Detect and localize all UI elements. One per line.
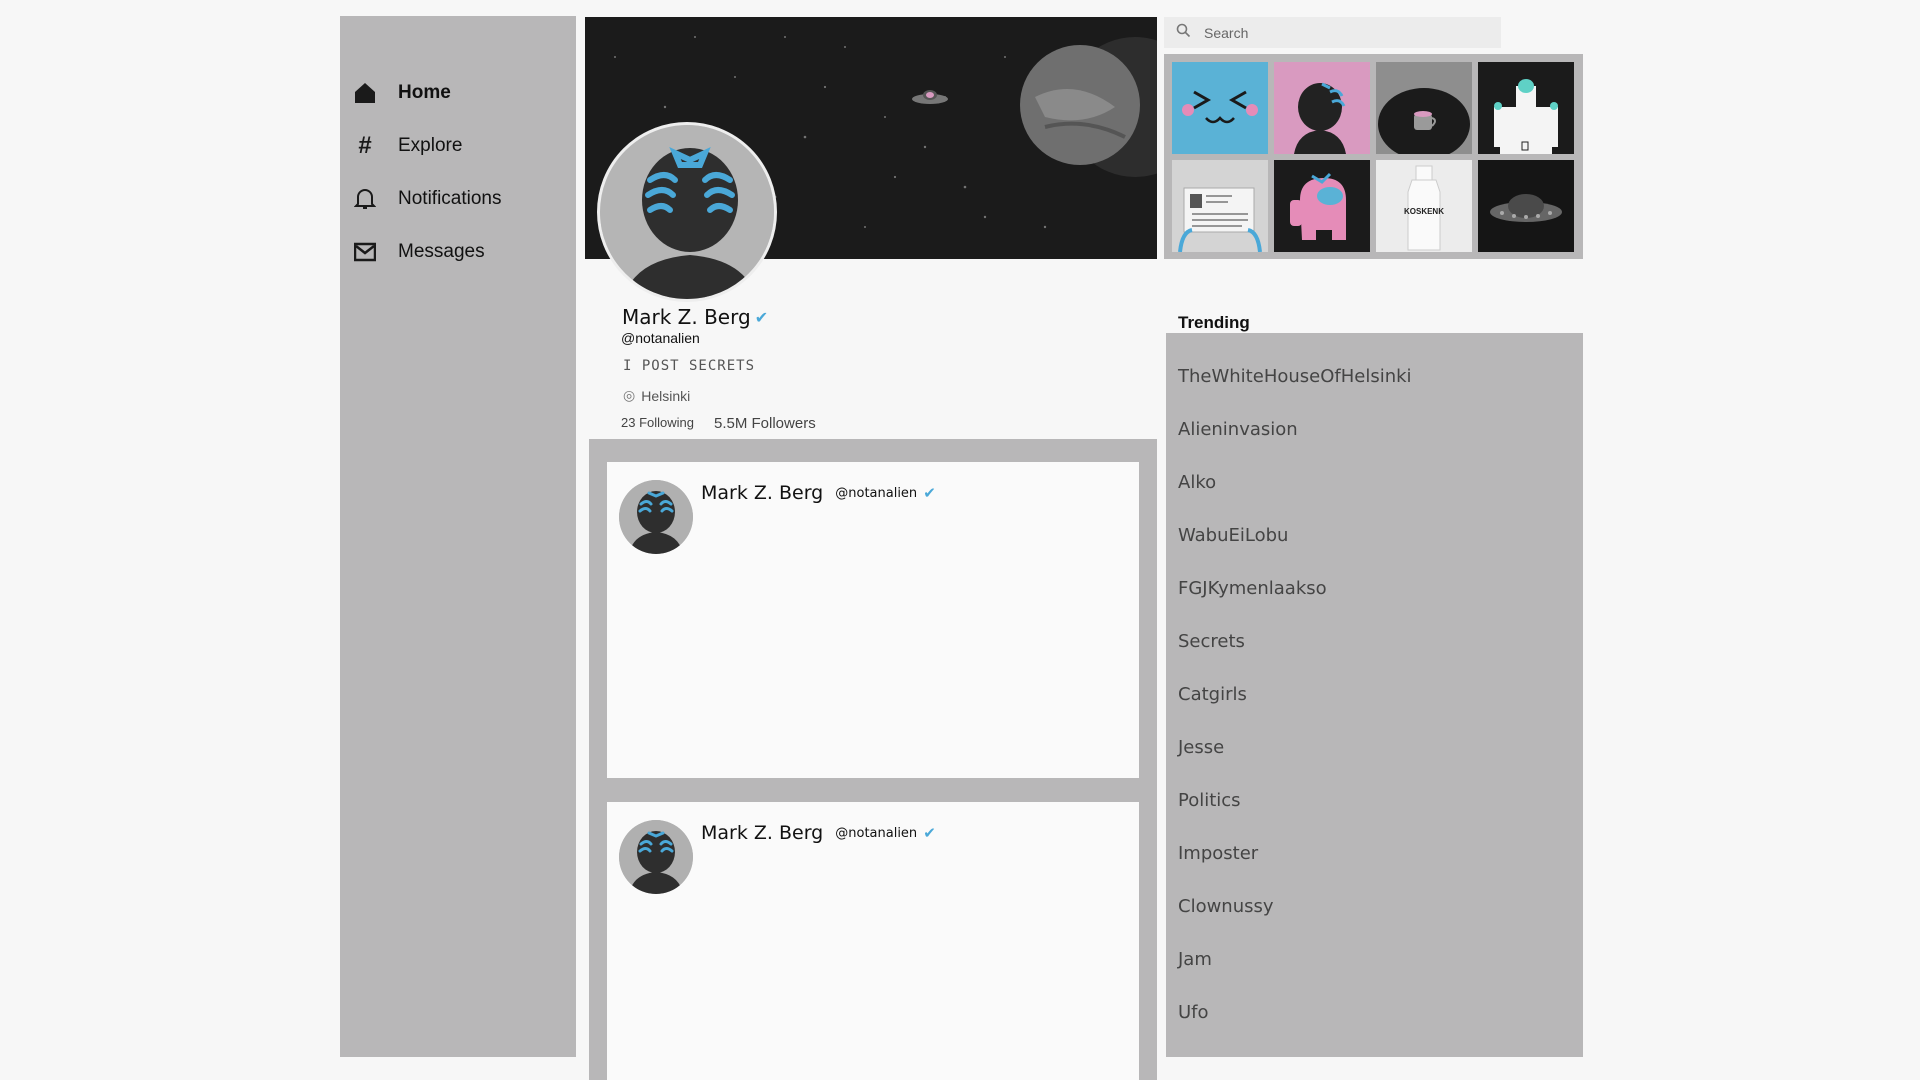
trending-item[interactable]: Jesse	[1178, 737, 1224, 758]
verified-badge-icon: ✔	[754, 307, 769, 327]
post-author-name[interactable]: Mark Z. Berg	[701, 822, 823, 844]
trending-item[interactable]: Catgirls	[1178, 684, 1247, 705]
followers-count[interactable]: 5.5M Followers	[714, 415, 816, 432]
media-tile-smiley-face[interactable]	[1172, 62, 1268, 154]
trending-item[interactable]: TheWhiteHouseOfHelsinki	[1178, 366, 1412, 387]
trending-item[interactable]: Ufo	[1178, 1002, 1209, 1023]
post-author-handle[interactable]: @notanalien	[835, 486, 917, 501]
profile-location-text: Helsinki	[641, 387, 691, 404]
post-avatar[interactable]	[619, 820, 693, 894]
trending-title: Trending	[1178, 313, 1250, 332]
nav-label-messages: Messages	[398, 241, 485, 262]
search-input[interactable]	[1204, 24, 1484, 41]
profile-name: Mark Z. Berg	[622, 305, 751, 329]
profile-location: ◎ Helsinki	[623, 387, 690, 404]
following-count[interactable]: 23 Following	[621, 415, 694, 432]
post-card[interactable]: Mark Z. Berg @notanalien ✔	[607, 802, 1139, 1080]
trending-item[interactable]: WabuEiLobu	[1178, 525, 1288, 546]
location-pin-icon: ◎	[623, 387, 636, 403]
trending-item[interactable]: Jam	[1178, 949, 1212, 970]
media-tile-ufo[interactable]	[1478, 160, 1574, 252]
profile-bio: I POST SECRETS	[623, 358, 756, 374]
sidebar: Home # Explore Notifications Messages	[340, 16, 576, 1057]
trending-panel: TheWhiteHouseOfHelsinki Alieninvasion Al…	[1166, 333, 1583, 1057]
media-tile-id-card[interactable]	[1172, 160, 1268, 252]
media-tile-vodka-bottle[interactable]: KOSKENK	[1376, 160, 1472, 252]
media-tile-pink-crewmate[interactable]	[1274, 160, 1370, 252]
media-tile-catgirl-avatar[interactable]	[1274, 62, 1370, 154]
post-header: Mark Z. Berg @notanalien ✔	[701, 822, 936, 844]
trending-item[interactable]: Alieninvasion	[1178, 419, 1298, 440]
verified-badge-icon: ✔	[923, 484, 936, 502]
bell-icon	[352, 186, 378, 212]
hashtag-icon: #	[358, 132, 372, 159]
trending-item[interactable]: Politics	[1178, 790, 1241, 811]
post-card[interactable]: Mark Z. Berg @notanalien ✔	[607, 462, 1139, 778]
search-bar	[1164, 17, 1501, 48]
post-author-name[interactable]: Mark Z. Berg	[701, 482, 823, 504]
post-header: Mark Z. Berg @notanalien ✔	[701, 482, 936, 504]
trending-item[interactable]: Clownussy	[1178, 896, 1274, 917]
profile-stats: 23 Following 5.5M Followers	[621, 415, 816, 432]
verified-badge-icon: ✔	[923, 824, 936, 842]
trending-item[interactable]: Imposter	[1178, 843, 1258, 864]
trending-item[interactable]: FGJKymenlaakso	[1178, 578, 1327, 599]
nav-item-notifications[interactable]: Notifications	[352, 179, 502, 219]
bottle-label: KOSKENK	[1404, 207, 1444, 216]
post-author-handle[interactable]: @notanalien	[835, 826, 917, 841]
search-icon	[1176, 23, 1196, 42]
media-tile-coffee-cup[interactable]	[1376, 62, 1472, 154]
nav-label-notifications: Notifications	[398, 188, 502, 209]
home-icon	[352, 80, 378, 106]
trending-item[interactable]: Secrets	[1178, 631, 1245, 652]
post-feed: Mark Z. Berg @notanalien ✔ Mark Z. Berg …	[589, 439, 1157, 1080]
nav-item-messages[interactable]: Messages	[352, 232, 485, 272]
trending-item[interactable]: Alko	[1178, 472, 1216, 493]
envelope-icon	[352, 239, 378, 265]
nav-label-explore: Explore	[398, 135, 463, 156]
profile-name-row: Mark Z. Berg ✔	[622, 305, 768, 329]
nav-label-home: Home	[398, 82, 451, 103]
media-tile-white-cathedral[interactable]	[1478, 62, 1574, 154]
profile-avatar[interactable]	[597, 122, 777, 302]
nav-item-explore[interactable]: # Explore	[352, 126, 462, 166]
media-grid: KOSKENK	[1164, 54, 1583, 259]
nav-item-home[interactable]: Home	[352, 73, 451, 113]
profile-handle: @notanalien	[621, 330, 700, 346]
post-avatar[interactable]	[619, 480, 693, 554]
